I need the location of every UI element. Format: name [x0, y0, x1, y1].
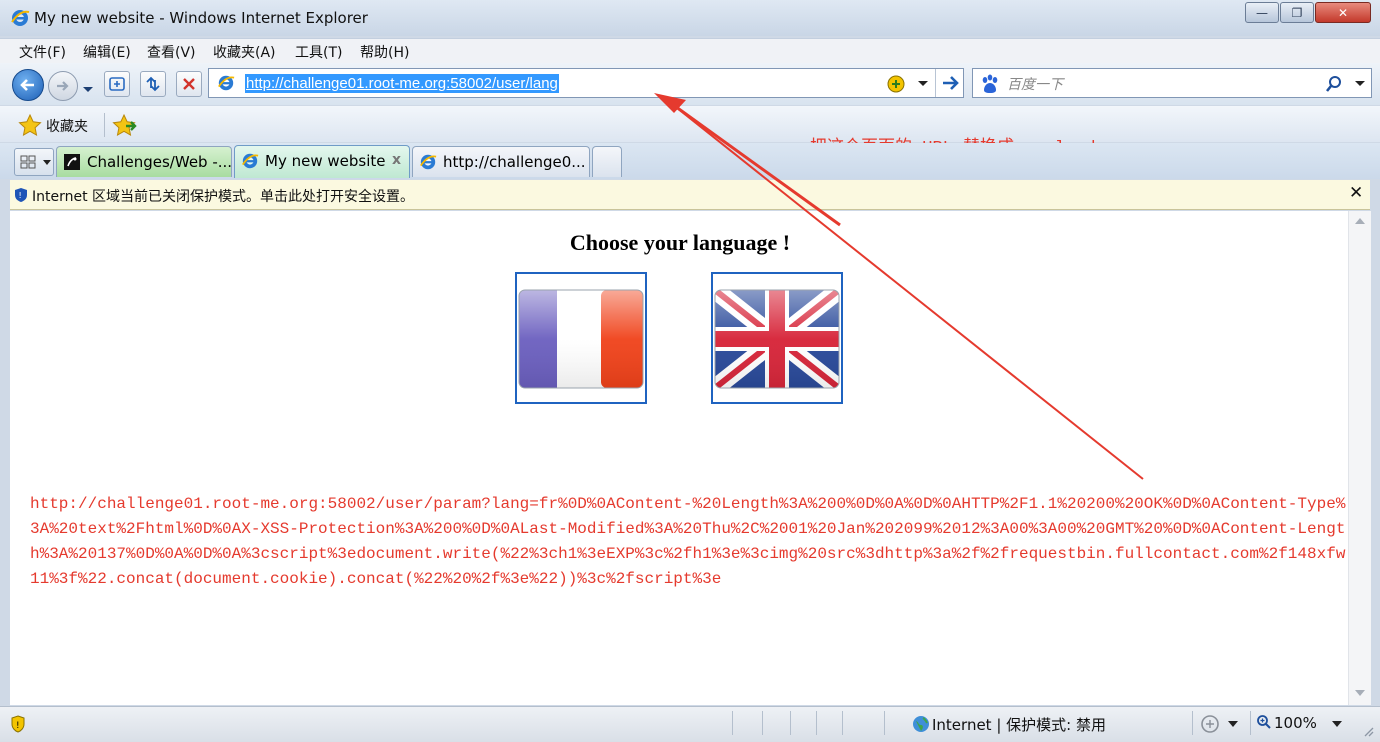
- zoom-dropdown-icon[interactable]: [1332, 721, 1342, 728]
- svg-text:!: !: [16, 721, 20, 731]
- internet-globe-icon: [913, 716, 929, 732]
- zoom-level[interactable]: 100%: [1274, 714, 1317, 732]
- security-warning-icon: !: [11, 715, 25, 733]
- annotation-arrow: [654, 93, 1144, 480]
- popup-blocker-icon[interactable]: [1200, 714, 1220, 734]
- zoom-magnifier-icon[interactable]: [1256, 714, 1272, 730]
- status-bar: ! Internet | 保护模式: 禁用 100%: [0, 706, 1380, 742]
- popup-dropdown-icon[interactable]: [1228, 721, 1238, 728]
- security-zone-text[interactable]: Internet | 保护模式: 禁用: [932, 714, 1106, 735]
- resize-grip-icon[interactable]: [1362, 725, 1374, 737]
